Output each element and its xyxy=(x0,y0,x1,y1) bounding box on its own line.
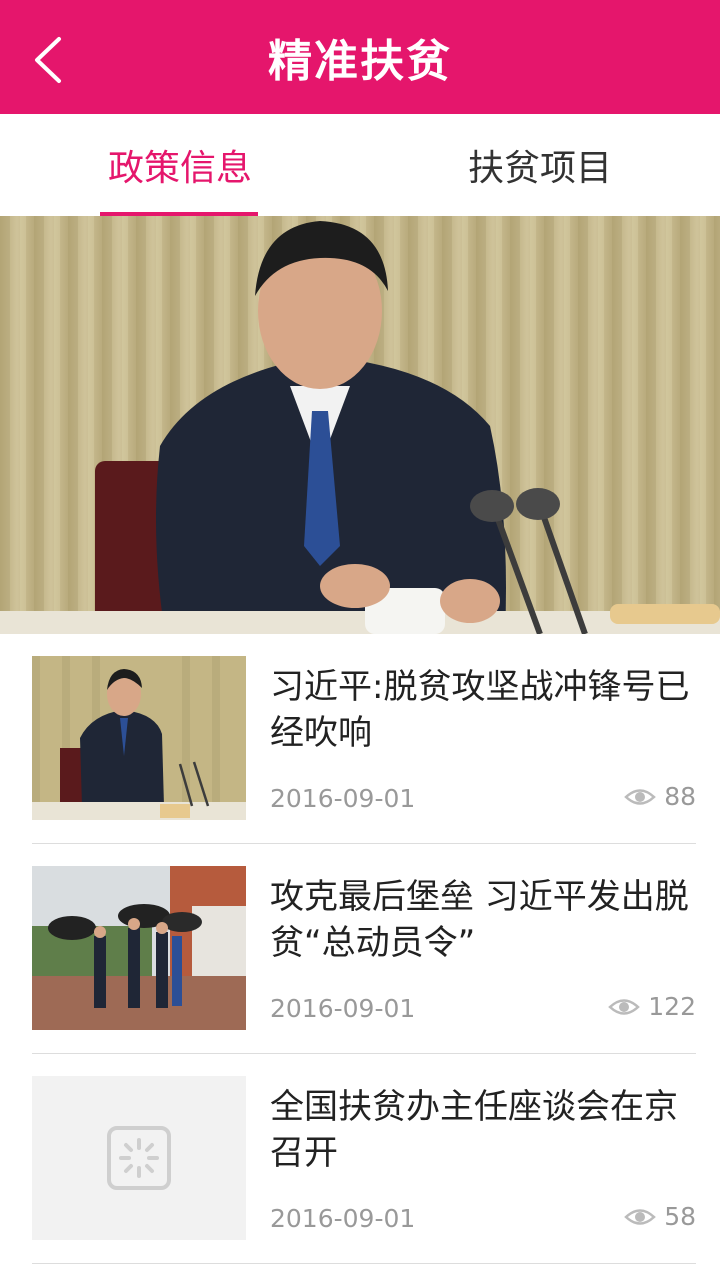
news-thumbnail xyxy=(32,866,246,1030)
view-count-value: 88 xyxy=(664,782,696,811)
chevron-left-icon xyxy=(35,37,61,83)
list-item[interactable]: 习近平:脱贫攻坚战冲锋号已经吹响 2016-09-01 88 xyxy=(32,634,696,844)
list-item[interactable]: 攻克最后堡垒 习近平发出脱贫“总动员令” 2016-09-01 122 xyxy=(32,844,696,1054)
tab-bar: 政策信息 扶贫项目 xyxy=(0,114,720,216)
eye-icon xyxy=(608,998,641,1015)
tab-label: 扶贫项目 xyxy=(467,148,612,189)
view-count-value: 122 xyxy=(648,992,696,1021)
news-title: 全国扶贫办主任座谈会在京召开 xyxy=(270,1087,678,1173)
loading-icon xyxy=(107,1126,171,1190)
tab-policy-info[interactable]: 政策信息 xyxy=(0,114,360,216)
news-date: 2016-09-01 xyxy=(270,1204,416,1233)
view-count: 122 xyxy=(608,992,696,1021)
page-title: 精准扶贫 xyxy=(268,36,452,87)
news-title: 攻克最后堡垒 习近平发出脱贫“总动员令” xyxy=(270,877,689,963)
news-title: 习近平:脱贫攻坚战冲锋号已经吹响 xyxy=(270,667,690,753)
view-count-value: 58 xyxy=(664,1202,696,1231)
back-button[interactable] xyxy=(22,32,74,88)
news-date: 2016-09-01 xyxy=(270,784,416,813)
list-item[interactable]: 全国扶贫办主任座谈会在京召开 2016-09-01 58 xyxy=(32,1054,696,1264)
banner-image xyxy=(0,216,720,634)
news-date: 2016-09-01 xyxy=(270,994,416,1023)
view-count: 58 xyxy=(624,1202,696,1231)
news-list: 习近平:脱贫攻坚战冲锋号已经吹响 2016-09-01 88 攻克最后堡垒 习近… xyxy=(0,634,720,1264)
news-thumbnail xyxy=(32,656,246,820)
eye-icon xyxy=(624,1208,657,1225)
view-count: 88 xyxy=(624,782,696,811)
tab-poverty-projects[interactable]: 扶贫项目 xyxy=(360,114,720,216)
eye-icon xyxy=(624,788,657,805)
news-thumbnail-placeholder xyxy=(32,1076,246,1240)
app-header: 精准扶贫 xyxy=(0,0,720,114)
tab-label: 政策信息 xyxy=(107,148,252,189)
carousel-banner[interactable] xyxy=(0,216,720,634)
